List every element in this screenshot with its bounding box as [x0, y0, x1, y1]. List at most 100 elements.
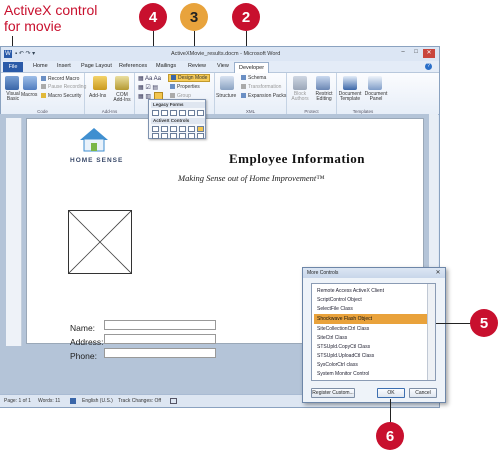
maximize-icon[interactable]: □	[410, 49, 422, 58]
com-addins-icon[interactable]	[115, 76, 129, 90]
design-mode-button[interactable]: Design Mode	[168, 74, 211, 82]
activex-button-icon[interactable]	[170, 126, 177, 132]
properties-button[interactable]: Properties	[170, 84, 200, 90]
status-language[interactable]: English (U.S.)	[82, 398, 113, 404]
activex-combo-icon[interactable]	[161, 133, 168, 139]
schema-button[interactable]: Schema	[241, 75, 266, 81]
tab-page-layout[interactable]: Page Layout	[81, 63, 112, 69]
dialog-close-icon[interactable]: ✕	[433, 269, 443, 277]
list-item[interactable]: System Monitor Control	[314, 369, 427, 379]
document-tagline: Making Sense out of Home Improvement™	[178, 173, 325, 183]
register-custom-button[interactable]: Register Custom...	[311, 388, 355, 398]
callout-line-2: for movie	[4, 18, 62, 34]
cancel-button[interactable]: Cancel	[409, 388, 437, 398]
legacy-frame-icon[interactable]	[179, 110, 186, 116]
group-icon	[170, 93, 175, 99]
controls-list[interactable]: Remote Access ActiveX Client ScriptContr…	[311, 283, 436, 381]
document-panel-button[interactable]: Document Panel	[364, 92, 388, 102]
group-protect: Block Authors Restrict Editing Protect	[287, 73, 337, 115]
structure-button[interactable]: Structure	[216, 93, 236, 99]
tab-insert[interactable]: Insert	[57, 63, 71, 69]
activex-textbox-icon[interactable]	[161, 126, 168, 132]
record-macro-button[interactable]: Record Macro	[41, 76, 79, 82]
ok-button[interactable]: OK	[377, 388, 405, 398]
macros-button[interactable]: Macros	[21, 92, 37, 98]
window-title: ActiveXMovie_results.docm - Microsoft Wo…	[171, 51, 281, 57]
list-scrollbar[interactable]	[427, 284, 435, 380]
step-badge-6: 6	[376, 422, 404, 450]
addins-button[interactable]: Add-Ins	[89, 93, 106, 99]
status-track-changes[interactable]: Track Changes: Off	[118, 398, 161, 404]
list-item[interactable]: SelectFile Class	[314, 304, 427, 314]
title-bar: W ▪ ↶ ↷ ▾ ActiveXMovie_results.docm - Mi…	[1, 47, 439, 61]
quick-access-icons[interactable]: ▪ ↶ ↷ ▾	[15, 50, 35, 57]
com-addins-button[interactable]: COM Add-Ins	[111, 93, 133, 103]
status-page[interactable]: Page: 1 of 1	[4, 398, 31, 404]
document-template-icon[interactable]	[343, 76, 357, 90]
phone-field[interactable]	[104, 348, 216, 358]
expansion-packs-button[interactable]: Expansion Packs	[241, 93, 286, 99]
control-icons-row-1[interactable]: ▦ Aa Aa	[138, 75, 161, 82]
legacy-dropdown-icon[interactable]	[170, 110, 177, 116]
activex-image-icon[interactable]	[197, 133, 204, 139]
document-panel-icon[interactable]	[368, 76, 382, 90]
callout-line-1: ActiveX control	[4, 2, 98, 18]
help-icon[interactable]: ?	[425, 63, 432, 70]
legacy-shading-icon[interactable]	[188, 110, 195, 116]
structure-icon[interactable]	[220, 76, 234, 90]
activex-list-icon[interactable]	[152, 133, 159, 139]
status-words[interactable]: Words: 11	[38, 398, 60, 404]
macros-icon[interactable]	[23, 76, 37, 90]
block-authors-icon[interactable]	[293, 76, 307, 90]
legacy-reset-icon[interactable]	[197, 110, 204, 116]
step-badge-2: 2	[232, 3, 260, 31]
restrict-editing-button[interactable]: Restrict Editing	[312, 92, 336, 102]
legacy-forms-header: Legacy Forms	[151, 102, 205, 108]
macro-security-button[interactable]: Macro Security	[41, 93, 81, 99]
tab-review[interactable]: Review	[188, 63, 206, 69]
tab-file[interactable]: File	[3, 62, 23, 72]
home-sense-logo	[80, 128, 108, 152]
status-proofing-icon[interactable]	[70, 398, 76, 404]
activex-option-icon[interactable]	[188, 126, 195, 132]
logo-text: HOME SENSE	[70, 157, 124, 164]
activex-movie-control[interactable]	[68, 210, 132, 274]
ribbon: Visual Basic Macros Record Macro Pause R…	[1, 73, 439, 115]
status-macro-icon[interactable]	[170, 398, 177, 404]
badge-5-leader	[436, 323, 472, 324]
name-field[interactable]	[104, 320, 216, 330]
address-label: Address:	[70, 337, 104, 347]
transformation-button[interactable]: Transformation	[241, 84, 281, 90]
visual-basic-icon[interactable]	[5, 76, 19, 90]
tab-home[interactable]: Home	[33, 63, 48, 69]
block-authors-button[interactable]: Block Authors	[289, 92, 311, 102]
tab-view[interactable]: View	[217, 63, 229, 69]
activex-label-icon[interactable]	[179, 126, 186, 132]
addins-icon[interactable]	[93, 76, 107, 90]
activex-toggle-icon[interactable]	[170, 133, 177, 139]
group-code: Visual Basic Macros Record Macro Pause R…	[1, 73, 86, 115]
pause-recording-button[interactable]: Pause Recording	[41, 84, 86, 90]
tab-developer[interactable]: Developer	[234, 62, 270, 73]
tab-references[interactable]: References	[119, 63, 147, 69]
more-controls-icon[interactable]	[197, 126, 204, 132]
restrict-editing-icon[interactable]	[316, 76, 330, 90]
legacy-checkbox-icon[interactable]	[161, 110, 168, 116]
vertical-ruler	[6, 118, 22, 346]
activex-checkbox-icon[interactable]	[152, 126, 159, 132]
minimize-icon[interactable]: –	[397, 49, 409, 58]
document-heading: Employee Information	[229, 151, 366, 166]
address-field[interactable]	[104, 334, 216, 344]
design-mode-icon	[171, 75, 176, 81]
activex-scroll-icon[interactable]	[188, 133, 195, 139]
list-item-selected[interactable]: Shockwave Flash Object	[314, 314, 427, 324]
legacy-text-field-icon[interactable]	[152, 110, 159, 116]
name-label: Name:	[70, 323, 96, 333]
activex-spin-icon[interactable]	[179, 133, 186, 139]
document-template-button[interactable]: Document Template	[338, 92, 362, 102]
close-icon[interactable]: ✕	[423, 49, 435, 58]
word-app-icon: W	[4, 50, 12, 58]
control-icons-row-2[interactable]: ▦ ☑ ▤	[138, 84, 158, 91]
group-templates: Document Template Document Panel Templat…	[337, 73, 389, 115]
tab-mailings[interactable]: Mailings	[156, 63, 176, 69]
